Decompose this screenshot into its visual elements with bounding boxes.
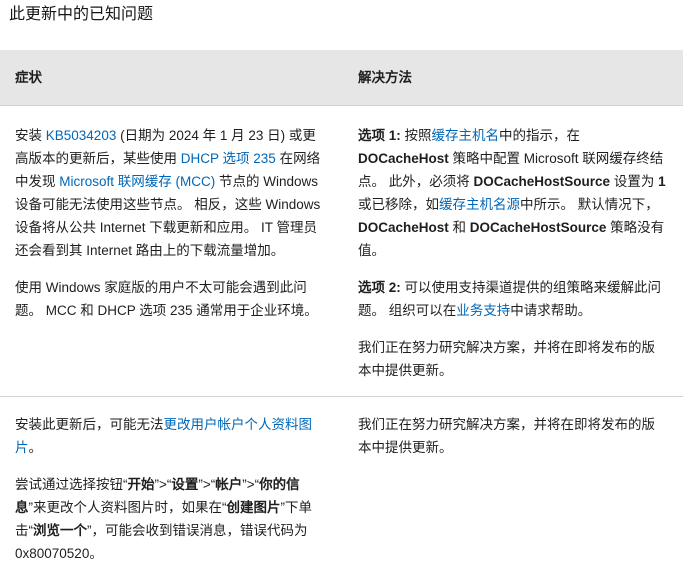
table-row: 安装此更新后，可能无法更改用户帐户个人资料图片。 尝试通过选择按钮“开始”>“设… [0, 397, 683, 579]
text: ”>“ [242, 477, 259, 492]
symptom-cell: 安装此更新后，可能无法更改用户帐户个人资料图片。 尝试通过选择按钮“开始”>“设… [0, 397, 343, 579]
bold-text: DOCacheHostSource [474, 174, 611, 189]
table-header-row: 症状 解决方法 [0, 50, 683, 106]
text: 安装 [15, 128, 46, 143]
text: 中请求帮助。 [510, 303, 591, 318]
symptom-paragraph: 安装 KB5034203 (日期为 2024 年 1 月 23 日) 或更高版本… [15, 124, 328, 262]
bold-text: 创建图片 [227, 500, 281, 515]
workaround-cell: 我们正在努力研究解决方案，并将在即将发布的版本中提供更新。 [343, 397, 683, 579]
workaround-cell: 选项 1: 按照缓存主机名中的指示，在 DOCacheHost 策略中配置 Mi… [343, 106, 683, 397]
text: 中所示。 默认情况下， [520, 197, 659, 212]
bold-text: DOCacheHost [358, 220, 449, 235]
text: 。 [29, 440, 43, 455]
workaround-paragraph: 我们正在努力研究解决方案，并将在即将发布的版本中提供更新。 [358, 336, 668, 382]
bold-text: DOCacheHost [358, 151, 449, 166]
text: 按照 [401, 128, 432, 143]
bold-text: 1 [658, 174, 666, 189]
text: ”>“ [198, 477, 215, 492]
bold-text: 帐户 [215, 477, 242, 492]
bold-text: 选项 1: [358, 128, 401, 143]
bold-text: DOCacheHostSource [470, 220, 607, 235]
known-issues-table: 症状 解决方法 安装 KB5034203 (日期为 2024 年 1 月 23 … [0, 50, 683, 579]
workaround-option-1: 选项 1: 按照缓存主机名中的指示，在 DOCacheHost 策略中配置 Mi… [358, 124, 668, 262]
workaround-option-2: 选项 2: 可以使用支持渠道提供的组策略来缓解此问题。 组织可以在业务支持中请求… [358, 276, 668, 322]
symptom-paragraph: 使用 Windows 家庭版的用户不太可能会遇到此问题。 MCC 和 DHCP … [15, 276, 328, 322]
workaround-paragraph: 我们正在努力研究解决方案，并将在即将发布的版本中提供更新。 [358, 413, 668, 459]
symptom-paragraph: 安装此更新后，可能无法更改用户帐户个人资料图片。 [15, 413, 328, 459]
table-row: 安装 KB5034203 (日期为 2024 年 1 月 23 日) 或更高版本… [0, 106, 683, 397]
page-title: 此更新中的已知问题 [9, 4, 153, 26]
header-workaround: 解决方法 [343, 50, 683, 106]
text: 尝试通过选择按钮“ [15, 477, 128, 492]
symptom-paragraph: 尝试通过选择按钮“开始”>“设置”>“帐户”>“你的信息”来更改个人资料图片时，… [15, 473, 328, 565]
dhcp-option-235-link[interactable]: DHCP 选项 235 [181, 151, 276, 166]
bold-text: 浏览一个 [33, 523, 87, 538]
kb5034203-link[interactable]: KB5034203 [46, 128, 117, 143]
bold-text: 设置 [171, 477, 198, 492]
header-symptom: 症状 [0, 50, 343, 106]
cache-hostname-source-link[interactable]: 缓存主机名源 [439, 197, 520, 212]
microsoft-connected-cache-link[interactable]: Microsoft 联网缓存 (MCC) [59, 174, 215, 189]
text: 和 [449, 220, 470, 235]
text: 中的指示，在 [499, 128, 580, 143]
text: ”来更改个人资料图片时，如果在“ [29, 500, 227, 515]
text: ”>“ [155, 477, 172, 492]
bold-text: 选项 2: [358, 280, 401, 295]
text: 安装此更新后，可能无法 [15, 417, 164, 432]
text: 设置为 [610, 174, 658, 189]
symptom-cell: 安装 KB5034203 (日期为 2024 年 1 月 23 日) 或更高版本… [0, 106, 343, 397]
business-support-link[interactable]: 业务支持 [456, 303, 510, 318]
bold-text: 开始 [128, 477, 155, 492]
cache-hostname-link[interactable]: 缓存主机名 [432, 128, 500, 143]
text: 或已移除，如 [358, 197, 439, 212]
